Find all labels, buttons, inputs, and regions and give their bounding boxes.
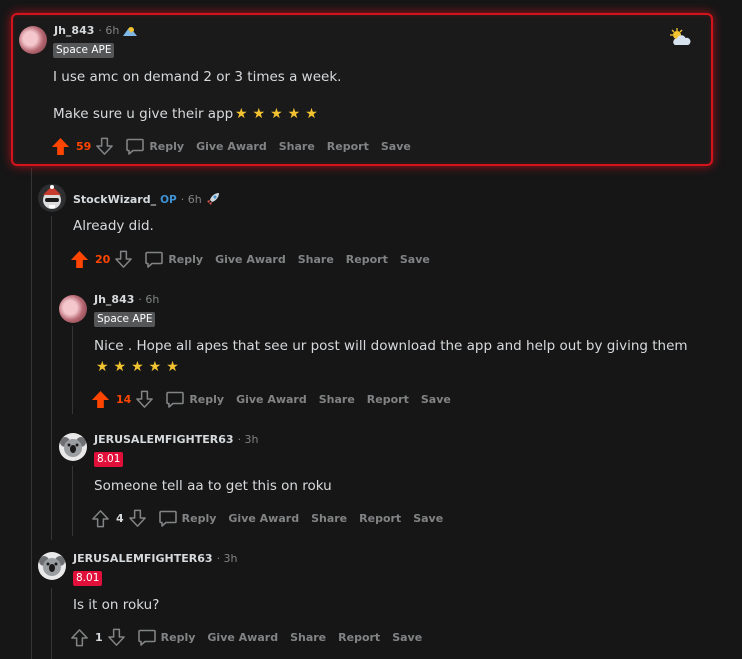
upvote-icon[interactable] bbox=[51, 137, 70, 156]
report-button[interactable]: Report bbox=[327, 140, 369, 153]
save-button[interactable]: Save bbox=[400, 253, 430, 266]
avatar[interactable] bbox=[38, 552, 66, 580]
save-button[interactable]: Save bbox=[381, 140, 411, 153]
thread-line-reply-2[interactable] bbox=[72, 466, 73, 536]
report-button[interactable]: Report bbox=[338, 631, 380, 644]
comment-body-line: Make sure u give their app bbox=[53, 106, 234, 122]
share-button[interactable]: Share bbox=[319, 393, 355, 406]
sun-mountain-icon bbox=[123, 27, 138, 36]
comment-actions: 14 Reply Give Award Share Report Save bbox=[91, 387, 451, 411]
give-award-button[interactable]: Give Award bbox=[215, 253, 286, 266]
comment-bubble-icon bbox=[137, 627, 157, 647]
reply-label: Reply bbox=[168, 252, 204, 266]
timestamp[interactable]: · 6h bbox=[138, 293, 159, 306]
koala-avatar-icon bbox=[60, 437, 86, 457]
downvote-icon[interactable] bbox=[114, 250, 133, 269]
share-button[interactable]: Share bbox=[298, 253, 334, 266]
reply-button[interactable]: Reply bbox=[125, 136, 184, 156]
share-button[interactable]: Share bbox=[290, 631, 326, 644]
comment-actions: 4 Reply Give Award Share Report Save bbox=[91, 506, 443, 530]
upvote-icon[interactable] bbox=[70, 628, 89, 647]
share-button[interactable]: Share bbox=[311, 512, 347, 525]
upvote-icon[interactable] bbox=[91, 509, 110, 528]
username[interactable]: Jh_843 bbox=[54, 24, 94, 37]
thread-line-reply[interactable] bbox=[72, 326, 73, 414]
thread-line-root[interactable] bbox=[31, 168, 32, 659]
thread-line-last[interactable] bbox=[51, 588, 52, 659]
vote-score: 4 bbox=[116, 511, 124, 525]
comment-body-line: Nice . Hope all apes that see ur post wi… bbox=[94, 338, 688, 354]
avatar[interactable] bbox=[38, 184, 66, 212]
give-award-button[interactable]: Give Award bbox=[196, 140, 267, 153]
username[interactable]: Jh_843 bbox=[94, 293, 134, 306]
op-badge: OP bbox=[160, 193, 177, 206]
give-award-button[interactable]: Give Award bbox=[207, 631, 278, 644]
reply-label: Reply bbox=[149, 139, 185, 153]
reply-button[interactable]: Reply bbox=[158, 508, 217, 528]
give-award-button[interactable]: Give Award bbox=[236, 393, 307, 406]
username[interactable]: JERUSALEMFIGHTER63 bbox=[73, 552, 213, 565]
comment-meta: Jh_843 · 6h bbox=[94, 293, 159, 306]
reply-label: Reply bbox=[189, 392, 225, 406]
comment-bubble-icon bbox=[125, 136, 145, 156]
report-button[interactable]: Report bbox=[346, 253, 388, 266]
comment-body-line: I use amc on demand 2 or 3 times a week. bbox=[53, 69, 342, 85]
report-button[interactable]: Report bbox=[359, 512, 401, 525]
user-flair: 8.01 bbox=[94, 452, 124, 467]
save-button[interactable]: Save bbox=[421, 393, 451, 406]
comment-meta: JERUSALEMFIGHTER63 · 3h bbox=[94, 433, 259, 446]
reply-button[interactable]: Reply bbox=[137, 627, 196, 647]
vote-score: 59 bbox=[76, 139, 92, 153]
username[interactable]: JERUSALEMFIGHTER63 bbox=[94, 433, 234, 446]
reply-button[interactable]: Reply bbox=[144, 249, 203, 269]
comment-actions: 1 Reply Give Award Share Report Save bbox=[70, 625, 422, 649]
user-flair: Space APE bbox=[94, 312, 156, 327]
avatar[interactable] bbox=[59, 433, 87, 461]
timestamp[interactable]: · 3h bbox=[238, 433, 259, 446]
username[interactable]: StockWizard_ bbox=[73, 193, 156, 206]
vote-score: 1 bbox=[95, 630, 103, 644]
sun-behind-cloud-icon bbox=[670, 28, 691, 45]
thread-line-op[interactable] bbox=[51, 216, 52, 540]
downvote-icon[interactable] bbox=[107, 628, 126, 647]
downvote-icon[interactable] bbox=[128, 509, 147, 528]
star-rating: ★★★★★ bbox=[96, 359, 184, 375]
comment-meta: StockWizard_ OP · 6h bbox=[73, 193, 220, 206]
comment-meta: Jh_843 · 6h bbox=[54, 24, 138, 37]
save-button[interactable]: Save bbox=[413, 512, 443, 525]
reply-label: Reply bbox=[181, 511, 217, 525]
comment-bubble-icon bbox=[165, 389, 185, 409]
downvote-icon[interactable] bbox=[95, 137, 114, 156]
upvote-icon[interactable] bbox=[91, 390, 110, 409]
rocket-icon bbox=[206, 193, 219, 205]
wizard-avatar-icon bbox=[43, 185, 61, 209]
vote-score: 20 bbox=[95, 252, 111, 266]
comment-body-line: Is it on roku? bbox=[73, 597, 160, 613]
avatar[interactable] bbox=[19, 26, 47, 54]
avatar[interactable] bbox=[59, 295, 87, 323]
give-award-button[interactable]: Give Award bbox=[228, 512, 299, 525]
comment-bubble-icon bbox=[144, 249, 164, 269]
comment-body-line: Someone tell aa to get this on roku bbox=[94, 478, 332, 494]
report-button[interactable]: Report bbox=[367, 393, 409, 406]
reply-label: Reply bbox=[160, 630, 196, 644]
timestamp[interactable]: · 6h bbox=[181, 193, 202, 206]
koala-avatar-icon bbox=[39, 556, 65, 576]
vote-score: 14 bbox=[116, 392, 132, 406]
reply-button[interactable]: Reply bbox=[165, 389, 224, 409]
comment-actions: 20 Reply Give Award Share Report Save bbox=[70, 247, 430, 271]
comment-bubble-icon bbox=[158, 508, 178, 528]
user-flair: 8.01 bbox=[73, 571, 103, 586]
user-flair: Space APE bbox=[53, 43, 115, 58]
save-button[interactable]: Save bbox=[392, 631, 422, 644]
share-button[interactable]: Share bbox=[279, 140, 315, 153]
comment-meta: JERUSALEMFIGHTER63 · 3h bbox=[73, 552, 238, 565]
upvote-icon[interactable] bbox=[70, 250, 89, 269]
downvote-icon[interactable] bbox=[135, 390, 154, 409]
star-rating: ★★★★★ bbox=[235, 106, 323, 122]
timestamp[interactable]: · 3h bbox=[217, 552, 238, 565]
comment-actions: 59 Reply Give Award Share Report Save bbox=[51, 134, 411, 158]
comment-body-line: Already did. bbox=[73, 218, 154, 234]
timestamp[interactable]: · 6h bbox=[98, 24, 119, 37]
